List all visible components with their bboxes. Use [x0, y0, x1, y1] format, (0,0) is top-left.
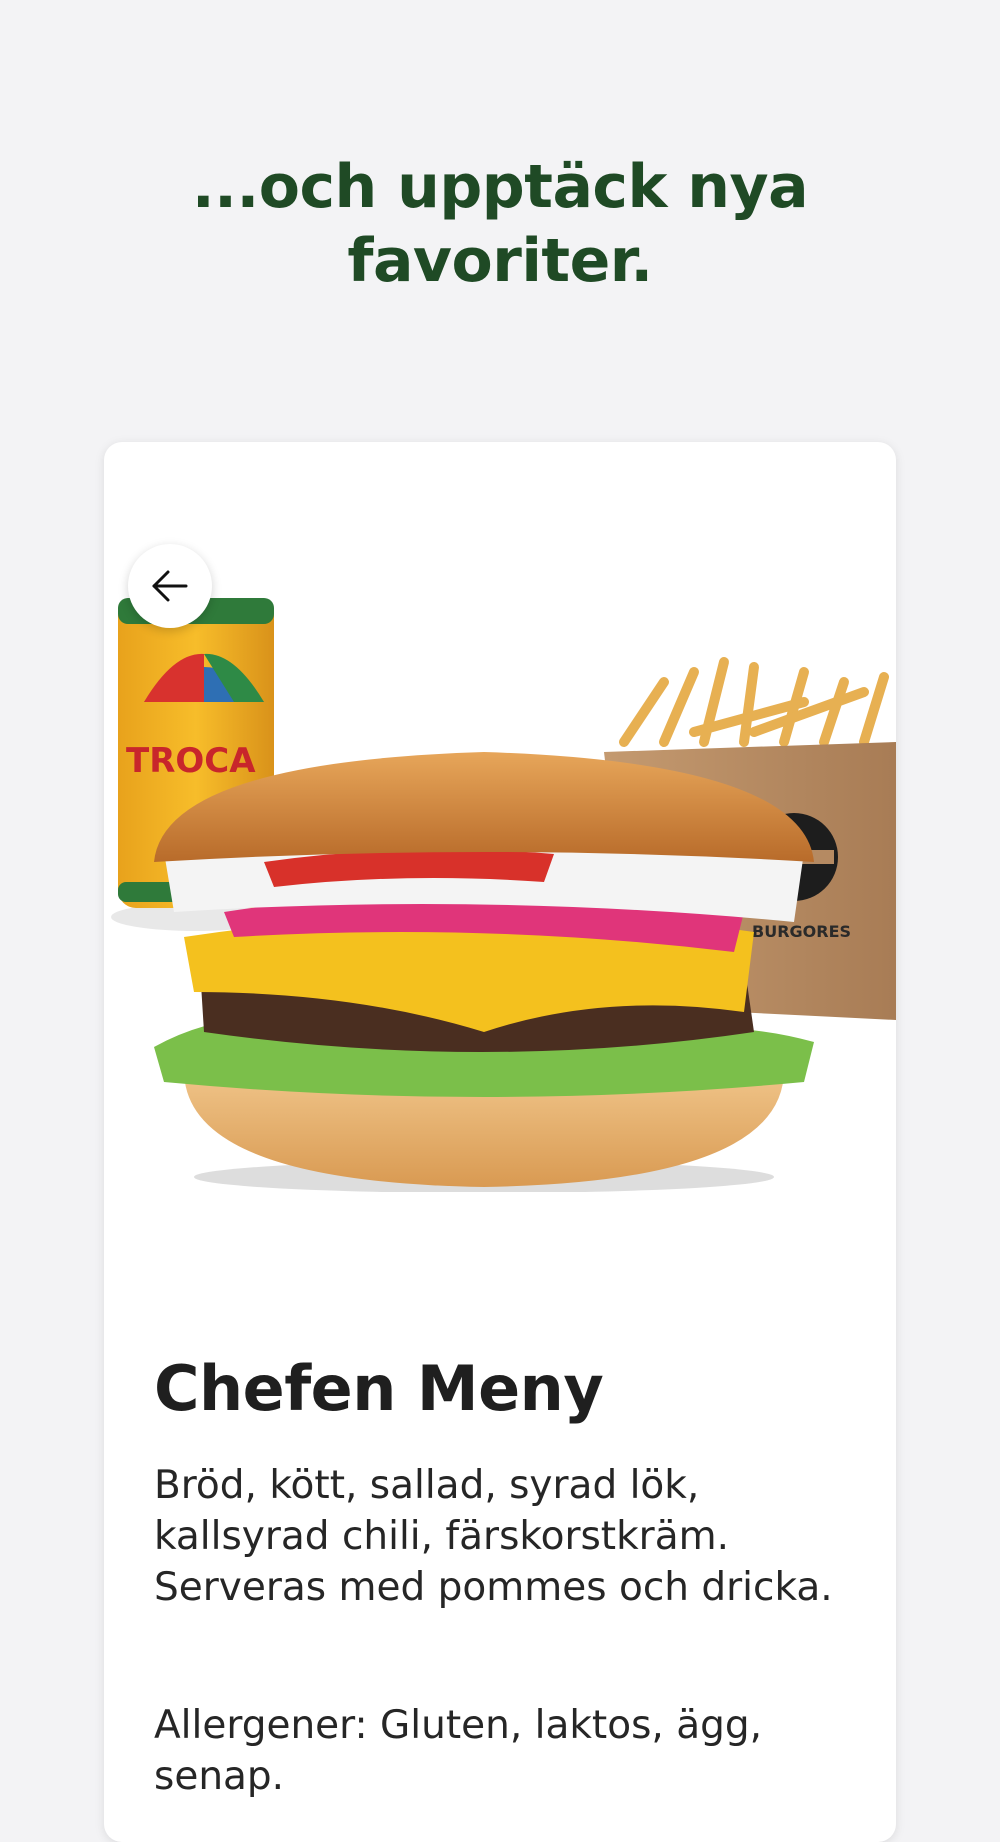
arrow-left-icon [152, 570, 188, 602]
back-button[interactable] [128, 544, 212, 628]
product-title: Chefen Meny [154, 1352, 604, 1425]
burger [154, 752, 814, 1192]
svg-text:BURGORES: BURGORES [752, 922, 851, 941]
product-card[interactable]: TROCA BURGORES Chefen Meny Bröd, kött, s… [104, 442, 896, 1842]
product-allergens: Allergener: Gluten, laktos, ägg, senap. [154, 1703, 763, 1799]
headline: ...och upptäck nya favoriter. [191, 152, 809, 296]
svg-text:TROCA: TROCA [126, 741, 256, 781]
product-image: TROCA BURGORES [111, 598, 896, 1192]
product-description: Bröd, kött, sallad, syrad lök, kallsyrad… [154, 1463, 833, 1610]
